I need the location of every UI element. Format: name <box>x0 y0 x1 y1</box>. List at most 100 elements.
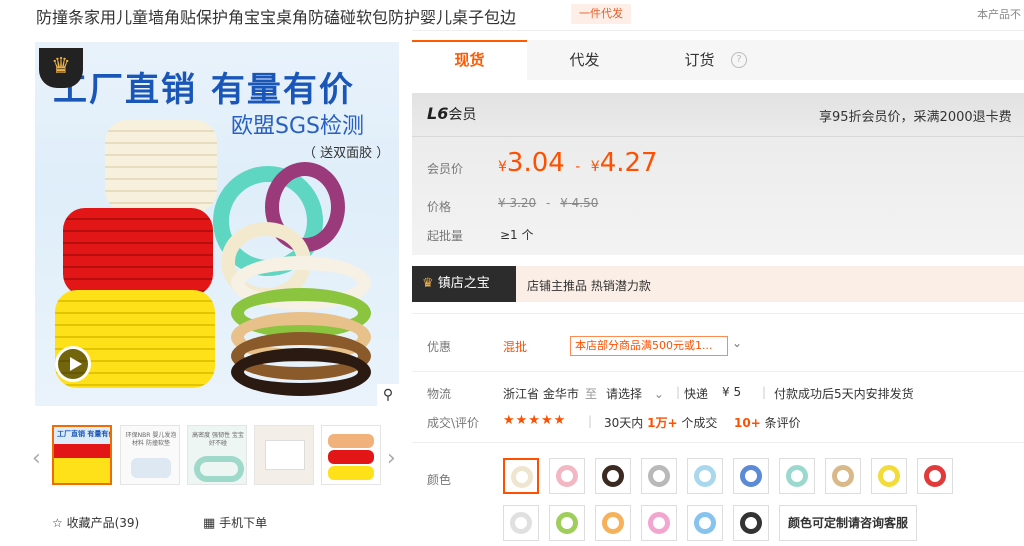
tab-in-stock[interactable]: 现货 <box>412 40 527 80</box>
currency-symbol: ¥ <box>498 196 506 210</box>
color-swatch[interactable] <box>595 458 631 494</box>
promo-label: 优惠 <box>427 340 452 354</box>
zoom-search-icon[interactable]: ⚲ <box>377 384 399 406</box>
price-separator: - <box>546 196 551 210</box>
reviews-link[interactable]: 10+ 条评价 <box>734 414 801 431</box>
divider <box>412 30 1024 31</box>
divider <box>412 442 1024 443</box>
thumbnail[interactable]: 环保NBR 婴儿发泡材料 防撞软垫 <box>120 425 180 485</box>
crown-icon: ♛ <box>422 276 434 291</box>
express-fee: ¥ 5 <box>722 385 742 399</box>
deals-count: 1万+ <box>647 416 678 430</box>
color-swatch[interactable] <box>503 458 539 494</box>
currency-symbol: ¥ <box>590 159 600 175</box>
logistics-origin: 浙江省 金华市 <box>503 387 579 401</box>
min-order-label: 起批量 <box>427 229 464 243</box>
currency-symbol: ¥ <box>560 196 568 210</box>
color-swatch[interactable] <box>871 458 907 494</box>
separator: | <box>676 385 681 399</box>
color-swatch[interactable] <box>687 458 723 494</box>
color-swatch[interactable] <box>825 458 861 494</box>
reviews-count: 10+ <box>734 416 761 430</box>
color-label: 颜色 <box>427 473 452 487</box>
color-swatch[interactable] <box>503 505 539 541</box>
member-level: L6会员 <box>427 104 476 124</box>
store-treasure-badge[interactable]: ♛ 镇店之宝 <box>412 266 516 302</box>
member-level-badge: L6 <box>427 104 449 123</box>
star-outline-icon: ☆ <box>52 516 63 530</box>
color-swatch[interactable] <box>917 458 953 494</box>
logistics-label: 物流 <box>427 387 452 401</box>
thumbnail-caption: 高密度 强韧性 宝宝好不碰 <box>192 432 244 447</box>
color-swatch[interactable] <box>549 505 585 541</box>
image-subline: 欧盟SGS检测 <box>231 114 364 139</box>
separator: | <box>588 414 593 428</box>
treasure-text: 店铺主推品 热销潜力款 <box>527 279 651 293</box>
color-swatch[interactable] <box>687 505 723 541</box>
member-price: ¥3.04 - ¥4.27 <box>498 148 658 178</box>
qr-code-icon: ▦ <box>203 516 216 531</box>
destination-value: 请选择 <box>606 387 643 401</box>
thumbnail[interactable]: 工厂直销 有量有价 <box>52 425 112 485</box>
top-right-note: 本产品不 <box>977 8 1021 21</box>
thumbnail-caption: 工厂直销 有量有价 <box>57 430 112 438</box>
thumbnail-caption: 环保NBR 婴儿发泡材料 防撞软垫 <box>125 432 177 447</box>
color-swatch[interactable] <box>779 458 815 494</box>
original-price-high: 4.50 <box>571 196 599 210</box>
thumb-prev-chevron-icon[interactable]: ‹ <box>32 446 41 471</box>
color-swatch[interactable] <box>733 458 769 494</box>
help-question-icon[interactable]: ? <box>731 52 747 68</box>
custom-color-button[interactable]: 颜色可定制请咨询客服 <box>779 505 917 541</box>
thumbnail[interactable] <box>321 425 381 485</box>
separator: | <box>762 385 767 399</box>
favorite-label: 收藏产品(39) <box>66 516 140 530</box>
member-level-suffix: 会员 <box>448 107 477 123</box>
deals-period: 30天内 <box>604 416 644 430</box>
color-swatch[interactable] <box>549 458 585 494</box>
chevron-down-icon[interactable]: ⌄ <box>732 336 742 350</box>
divider <box>412 136 1024 137</box>
divider <box>412 313 1024 314</box>
color-swatch[interactable] <box>641 458 677 494</box>
member-price-high: 4.27 <box>599 148 658 178</box>
price-label: 价格 <box>427 200 452 214</box>
destination-select[interactable]: 请选择 ⌄ <box>606 385 664 402</box>
mobile-order-button[interactable]: ▦ 手机下单 <box>203 514 267 531</box>
ship-note: 付款成功后5天内安排发货 <box>774 387 914 401</box>
deals-label: 成交\评价 <box>427 416 480 430</box>
thumb-next-chevron-icon[interactable]: › <box>387 446 396 471</box>
deals-summary[interactable]: 30天内 1万+ 个成交 <box>604 414 717 431</box>
tab-dropship[interactable]: 代发 <box>527 40 642 80</box>
color-swatch[interactable] <box>733 505 769 541</box>
crown-logo-icon: ♛ <box>39 48 83 88</box>
price-separator: - <box>575 159 581 175</box>
main-product-image[interactable]: 工厂直销 有量有价 ♛ 欧盟SGS检测 （ 送双面胶 ） ⚲ <box>35 42 399 406</box>
min-order-value: ≥1 个 <box>500 228 534 242</box>
member-price-label: 会员价 <box>427 162 464 176</box>
deals-count-suffix: 个成交 <box>681 416 718 430</box>
divider <box>412 371 1024 372</box>
logistics-to: 至 <box>585 387 598 401</box>
original-price-low: 3.20 <box>509 196 537 210</box>
promo-type: 混批 <box>503 340 528 354</box>
color-swatch[interactable] <box>641 505 677 541</box>
color-swatch[interactable] <box>595 505 631 541</box>
member-price-low: 3.04 <box>506 148 565 178</box>
rating-stars-icon: ★★★★★ <box>503 413 567 428</box>
play-video-icon[interactable] <box>55 346 91 382</box>
express-label: 快递 <box>684 387 709 401</box>
member-benefit[interactable]: 享95折会员价，采满2000退卡费 <box>819 106 1012 125</box>
dropship-tag[interactable]: 一件代发 <box>571 4 631 24</box>
currency-symbol: ¥ <box>498 159 507 175</box>
image-headline: 工厂直销 有量有价 <box>53 70 355 110</box>
reviews-suffix: 条评价 <box>764 416 801 430</box>
promo-chip[interactable]: 本店部分商品满500元或1... <box>570 336 728 356</box>
favorite-button[interactable]: ☆ 收藏产品(39) <box>52 514 139 531</box>
chevron-down-icon: ⌄ <box>653 387 664 401</box>
image-note: （ 送双面胶 ） <box>303 146 390 161</box>
product-title: 防撞条家用儿童墙角贴保护角宝宝桌角防磕碰软包防护婴儿桌子包边 <box>36 8 517 27</box>
thumbnail[interactable]: 高密度 强韧性 宝宝好不碰 <box>187 425 247 485</box>
mobile-order-label: 手机下单 <box>219 516 268 530</box>
thumbnail[interactable] <box>254 425 314 485</box>
original-price: ¥ 3.20 - ¥ 4.50 <box>498 196 598 210</box>
